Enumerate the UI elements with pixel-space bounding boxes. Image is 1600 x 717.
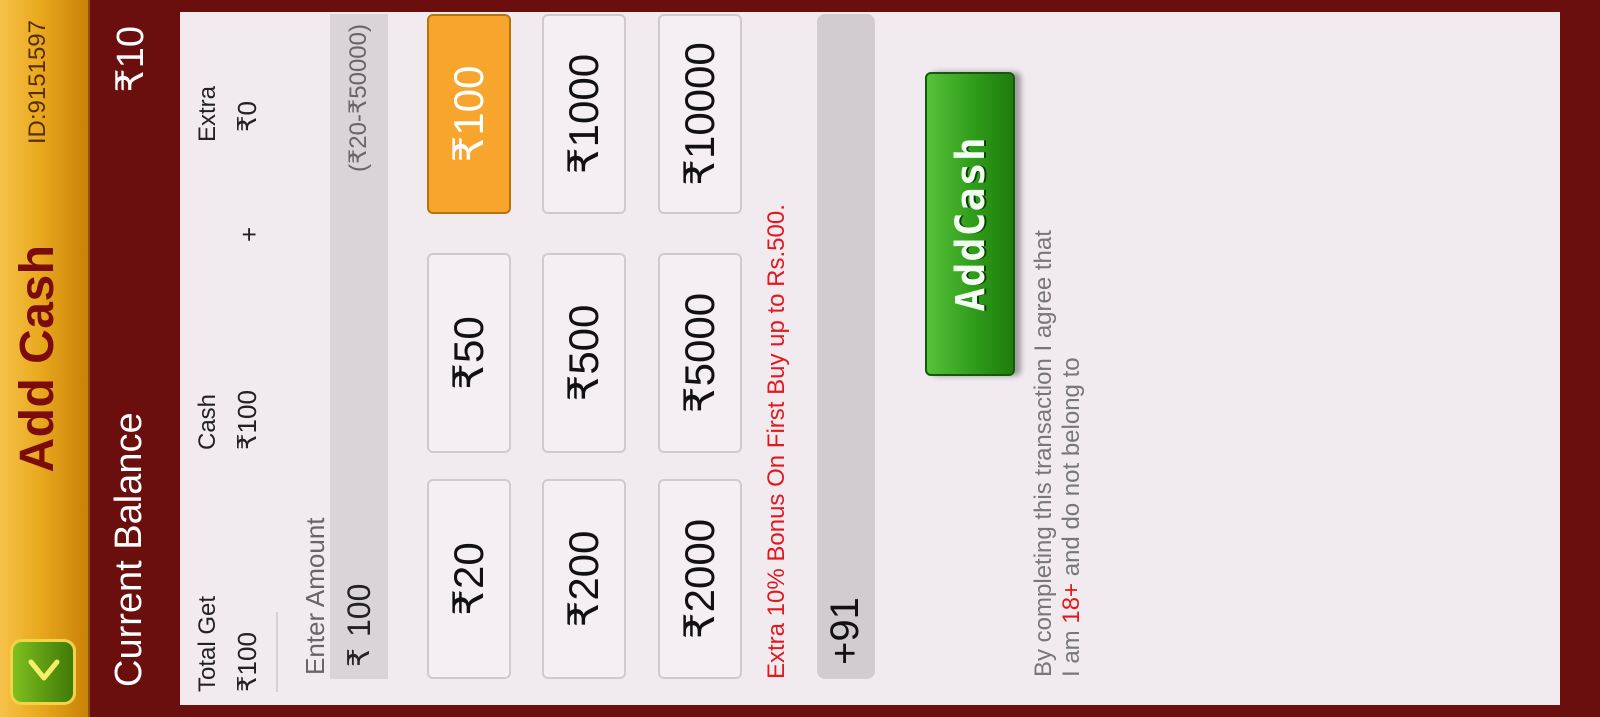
- chip-50[interactable]: ₹50: [427, 253, 511, 453]
- player-id: ID:9151597: [24, 20, 51, 145]
- total-get-label: Total Get: [194, 595, 221, 692]
- terms-line-1: By completing this transaction I agree t…: [1030, 230, 1057, 677]
- terms-text: By completing this transaction I agree t…: [1030, 77, 1086, 677]
- chip-200[interactable]: ₹200: [542, 479, 626, 679]
- cash-label: Cash: [194, 393, 221, 450]
- amount-range: (₹20-₹50000): [345, 24, 372, 172]
- terms-line-2: I am 18+ and do not belong to: [1058, 77, 1086, 677]
- plus-sign: +: [234, 226, 264, 242]
- add-cash-panel: Total Get ₹100 Cash ₹100 + Extra ₹0 Ente…: [180, 12, 1560, 705]
- balance-label: Current Balance: [108, 412, 150, 687]
- chip-20[interactable]: ₹20: [427, 479, 511, 679]
- extra-label: Extra: [194, 85, 221, 142]
- extra-value: ₹0: [232, 100, 262, 132]
- balance-value: ₹10: [110, 26, 152, 93]
- currency-symbol: ₹: [343, 647, 376, 667]
- chip-2000[interactable]: ₹2000: [658, 479, 742, 679]
- chip-100[interactable]: ₹100: [427, 14, 511, 214]
- first-buy-bonus-text: Extra 10% Bonus On First Buy up to Rs.50…: [763, 204, 790, 679]
- chip-1000[interactable]: ₹1000: [542, 14, 626, 214]
- cash-value: ₹100: [232, 390, 262, 450]
- total-get-value: ₹100: [232, 632, 262, 692]
- terms-prefix: I am: [1058, 623, 1085, 677]
- amount-field[interactable]: ₹ (₹20-₹50000): [330, 14, 388, 679]
- add-cash-button[interactable]: AddCash: [925, 72, 1015, 376]
- chip-500[interactable]: ₹500: [542, 253, 626, 453]
- phone-input[interactable]: [825, 25, 869, 589]
- chip-10000[interactable]: ₹10000: [658, 14, 742, 214]
- amount-input[interactable]: [338, 335, 380, 639]
- country-code: +91: [823, 597, 867, 665]
- terms-suffix: and do not belong to: [1058, 357, 1085, 583]
- summary-divider: [276, 612, 278, 692]
- add-cash-screen: Add Cash ID:9151597 Current Balance ₹10 …: [0, 0, 1600, 717]
- chip-5000[interactable]: ₹5000: [658, 253, 742, 453]
- age-requirement: 18+: [1058, 582, 1085, 624]
- phone-field[interactable]: +91: [817, 14, 875, 679]
- current-balance-bar: Current Balance ₹10: [88, 0, 180, 717]
- enter-amount-label: Enter Amount: [300, 517, 330, 675]
- header-bar: Add Cash ID:9151597: [0, 0, 90, 717]
